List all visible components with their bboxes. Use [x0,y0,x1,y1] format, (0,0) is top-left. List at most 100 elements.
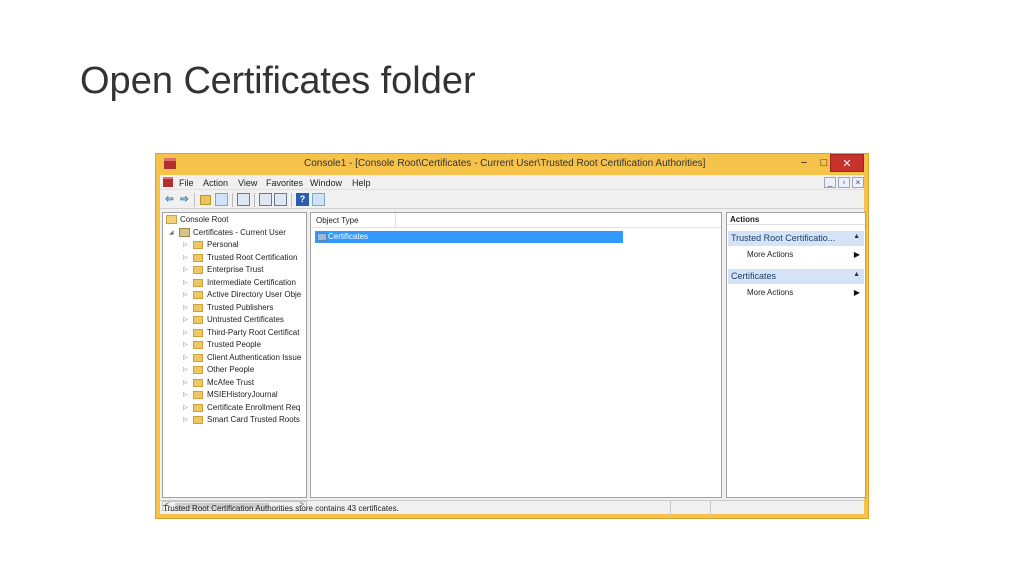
expand-arrow-icon[interactable]: ▷ [183,266,191,273]
collapse-caret-icon[interactable]: ▲ [853,271,860,278]
status-bar: Trusted Root Certification Authorities s… [160,500,864,515]
tree-node-trusted-publishers[interactable]: ▷ Trusted Publishers [183,303,273,315]
certificate-store-icon [179,228,190,238]
close-button[interactable]: ✕ [830,154,864,172]
expand-arrow-icon[interactable]: ▷ [183,254,191,261]
expand-arrow-icon[interactable]: ▷ [183,391,191,398]
actions-section-trusted-root[interactable]: Trusted Root Certificatio... ▲ [728,231,864,246]
tree-node-trusted-people[interactable]: ▷ Trusted People [183,340,261,352]
menu-view[interactable]: View [238,178,257,188]
tree-node-other-people[interactable]: ▷ Other People [183,365,254,377]
mmc-app-icon[interactable] [164,158,176,169]
slide-title-bold: Certificates [183,60,371,102]
mdi-close-button[interactable]: × [852,177,864,188]
tree-node-msie-history[interactable]: ▷ MSIEHistoryJournal [183,390,278,402]
actions-header: Actions [727,213,865,225]
expand-arrow-icon[interactable]: ▷ [183,316,191,323]
title-bar[interactable]: Console1 - [Console Root\Certificates - … [156,154,868,174]
status-text: Trusted Root Certification Authorities s… [163,504,399,513]
tree-node-trusted-root[interactable]: ▷ Trusted Root Certification [183,253,297,265]
tree-node-third-party-root[interactable]: ▷ Third-Party Root Certificat [183,328,299,340]
expand-arrow-icon[interactable]: ▷ [183,241,191,248]
collapse-caret-icon[interactable]: ▲ [853,233,860,240]
back-arrow-icon[interactable]: ⇦ [163,193,176,206]
toolbar-separator [194,193,195,207]
expand-arrow-icon[interactable]: ▷ [183,404,191,411]
mdi-minimize-button[interactable]: _ [824,177,836,188]
tree-node-label: MSIEHistoryJournal [207,390,278,399]
menu-window[interactable]: Window [310,178,342,188]
tree-node-label: Console Root [180,215,229,224]
tree-node-certificates-current-user[interactable]: ◢ Certificates - Current User [169,228,286,240]
action-label: More Actions [747,250,794,259]
expand-arrow-icon[interactable]: ▷ [183,379,191,386]
tree-node-label: Client Authentication Issue [207,353,302,362]
list-item-certificates[interactable]: Certificates [315,231,623,243]
tree-node-enterprise-trust[interactable]: ▷ Enterprise Trust [183,265,263,277]
tree-node-label: Smart Card Trusted Roots [207,415,300,424]
column-divider[interactable] [395,213,396,228]
tree-node-label: Intermediate Certification [207,278,296,287]
help-icon[interactable]: ? [296,193,309,206]
menu-help[interactable]: Help [352,178,371,188]
export-list-icon[interactable] [274,193,287,206]
folder-icon [193,353,203,362]
tree-node-label: Trusted Publishers [207,303,274,312]
expand-arrow-icon[interactable]: ▷ [183,354,191,361]
folder-icon [193,415,203,424]
tree-node-intermediate[interactable]: ▷ Intermediate Certification [183,278,296,290]
show-action-pane-icon[interactable] [312,193,325,206]
properties-icon[interactable] [237,193,250,206]
folder-icon [193,303,203,312]
actions-section-certificates[interactable]: Certificates ▲ [728,269,864,284]
menu-favorites[interactable]: Favorites [266,178,303,188]
slide-title: Open Certificates folder [80,60,476,103]
results-pane: Object Type Certificates [310,212,722,498]
status-divider [670,501,671,515]
refresh-icon[interactable] [259,193,272,206]
minimize-button[interactable]: − [796,154,812,172]
mdi-restore-button[interactable]: ▫ [838,177,850,188]
tree-node-label: Active Directory User Obje [207,290,302,299]
folder-icon [193,240,203,249]
expand-arrow-icon[interactable]: ▷ [183,341,191,348]
certificates-folder-icon [317,233,327,241]
forward-arrow-icon[interactable]: ⇨ [178,193,191,206]
tree-node-mcafee-trust[interactable]: ▷ McAfee Trust [183,378,254,390]
tree-node-label: Other People [207,365,255,374]
show-hide-tree-icon[interactable] [215,193,228,206]
expand-arrow-icon[interactable]: ▷ [183,366,191,373]
tree-node-enrollment-requests[interactable]: ▷ Certificate Enrollment Req [183,403,300,415]
expand-arrow-icon[interactable]: ▷ [183,279,191,286]
menu-action[interactable]: Action [203,178,228,188]
tree-node-active-directory[interactable]: ▷ Active Directory User Obje [183,290,301,302]
expand-arrow-icon[interactable]: ▷ [183,329,191,336]
folder-icon [193,290,203,299]
folder-icon [193,340,203,349]
column-header-object-type[interactable]: Object Type [311,213,721,228]
more-actions-certificates[interactable]: More Actions ▶ [747,288,862,300]
expand-arrow-icon[interactable]: ▷ [183,291,191,298]
submenu-arrow-icon: ▶ [853,250,860,259]
tree-node-label: Untrusted Certificates [207,315,284,324]
tree-node-console-root[interactable]: Console Root [166,215,228,227]
console-menu-icon[interactable] [163,177,173,187]
window-title: Console1 - [Console Root\Certificates - … [304,158,706,169]
tree-node-label: Third-Party Root Certificat [207,328,300,337]
tree-node-smart-card-roots[interactable]: ▷ Smart Card Trusted Roots [183,415,300,427]
collapse-arrow-icon[interactable]: ◢ [169,229,177,236]
tree-node-client-auth[interactable]: ▷ Client Authentication Issue [183,353,301,365]
up-folder-icon[interactable] [200,195,211,205]
expand-arrow-icon[interactable]: ▷ [183,304,191,311]
action-label: More Actions [747,288,794,297]
actions-section-title: Trusted Root Certificatio... [731,233,836,243]
tree-node-label: McAfee Trust [207,378,255,387]
column-header-label: Object Type [316,216,359,225]
console-tree: Console Root ◢ Certificates - Current Use… [162,212,307,498]
tree-node-untrusted[interactable]: ▷ Untrusted Certificates [183,315,284,327]
expand-arrow-icon[interactable]: ▷ [183,416,191,423]
more-actions-trusted-root[interactable]: More Actions ▶ [747,250,862,262]
menu-file[interactable]: File [179,178,194,188]
toolbar-separator [232,193,233,207]
tree-node-personal[interactable]: ▷ Personal [183,240,239,252]
